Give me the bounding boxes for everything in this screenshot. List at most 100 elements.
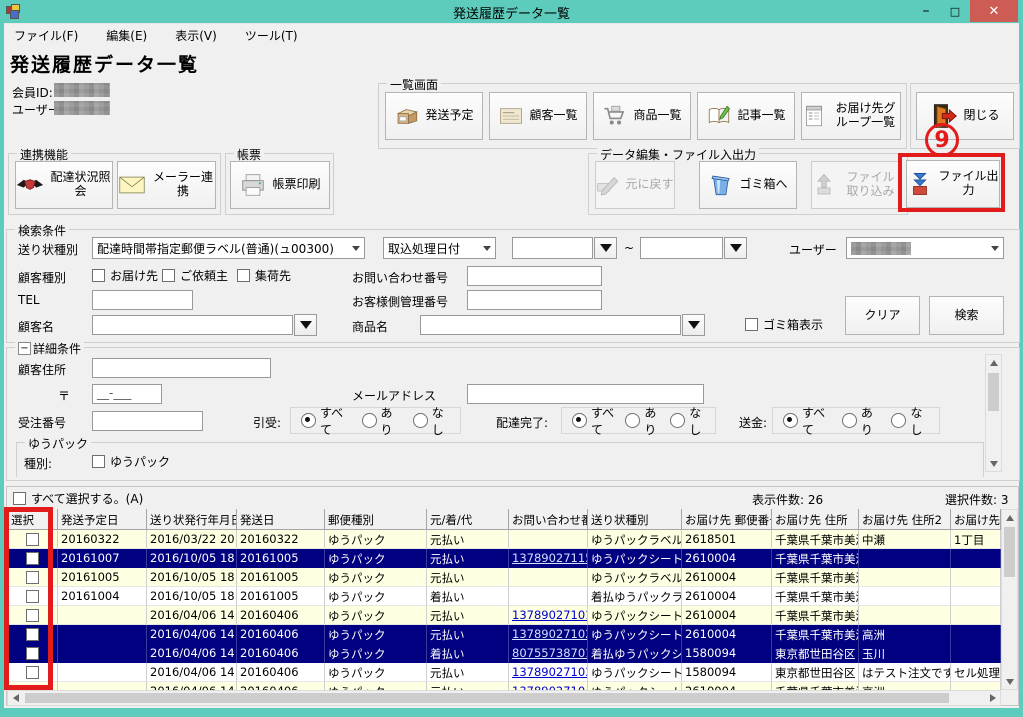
postal-input[interactable]: __-___ bbox=[92, 384, 162, 404]
table-row[interactable]: ✓2016/04/06 14:420160406ゆうパック着払い80755738… bbox=[8, 644, 1001, 663]
close-window-button[interactable]: ✕ bbox=[970, 0, 1018, 22]
minimize-button[interactable]: – bbox=[912, 0, 940, 22]
table-vscrollbar[interactable] bbox=[1001, 509, 1018, 690]
column-header[interactable]: 送り状種別 bbox=[588, 509, 682, 530]
column-header[interactable]: お問い合わせ番号 bbox=[509, 509, 588, 530]
invoice-type-select[interactable]: 配達時間帯指定郵便ラベル(普通)(ュ00300) bbox=[92, 237, 365, 259]
scroll-up-icon[interactable] bbox=[986, 355, 1001, 370]
checkbox-show-trash[interactable]: ゴミ箱表示 bbox=[745, 316, 823, 333]
shipping-schedule-button[interactable]: 発送予定 bbox=[385, 92, 483, 140]
delivery-radio-no[interactable]: なし bbox=[670, 404, 705, 438]
pickup-radio-no[interactable]: なし bbox=[413, 404, 450, 438]
row-select-checkbox[interactable] bbox=[8, 530, 58, 549]
delivery-status-button[interactable]: 配達状況照会 bbox=[15, 161, 113, 209]
user-filter-select[interactable] bbox=[846, 237, 1004, 259]
mailer-link-button[interactable]: メーラー連携 bbox=[117, 161, 216, 209]
scroll-left-icon[interactable] bbox=[8, 691, 23, 705]
column-header[interactable]: 選択 bbox=[8, 509, 58, 530]
date-to-input[interactable] bbox=[640, 237, 723, 259]
column-header[interactable]: お届け先 郵便番号 bbox=[682, 509, 772, 530]
customer-list-button[interactable]: 顧客一覧 bbox=[489, 92, 587, 140]
date-from-dropdown-button[interactable] bbox=[594, 237, 617, 259]
product-name-input[interactable] bbox=[420, 315, 681, 335]
column-header[interactable]: お届け先 住所 bbox=[772, 509, 859, 530]
remit-radio-no[interactable]: なし bbox=[891, 404, 929, 438]
table-hscrollbar[interactable] bbox=[7, 690, 1001, 706]
row-select-checkbox[interactable]: ✓ bbox=[8, 549, 58, 568]
row-select-checkbox[interactable] bbox=[8, 606, 58, 625]
scroll-right-icon[interactable] bbox=[985, 691, 1000, 705]
menu-view[interactable]: 表示(V) bbox=[175, 27, 217, 47]
delivery-radio-yes[interactable]: あり bbox=[625, 404, 660, 438]
inquiry-number-link[interactable]: 137890271046 bbox=[509, 682, 588, 690]
product-list-button[interactable]: 商品一覧 bbox=[593, 92, 691, 140]
checkbox-requester[interactable]: ご依頼主 bbox=[162, 267, 228, 284]
table-row[interactable]: ✓201610072016/10/05 18:120161005ゆうパック元払い… bbox=[8, 549, 1001, 568]
inquiry-number-link[interactable]: 137890271153 bbox=[509, 549, 588, 568]
remit-radio-all[interactable]: すべて bbox=[783, 404, 830, 438]
column-header[interactable]: お届け先 住所2 bbox=[859, 509, 951, 530]
remit-radio-yes[interactable]: あり bbox=[842, 404, 880, 438]
date-from-input[interactable] bbox=[512, 237, 593, 259]
tel-input[interactable] bbox=[92, 290, 193, 310]
column-header[interactable]: 発送日 bbox=[237, 509, 325, 530]
pickup-radio-all[interactable]: すべて bbox=[301, 404, 348, 438]
table-row[interactable]: 2016/04/06 14:420160406ゆうパック元払い137890271… bbox=[8, 682, 1001, 690]
inquiry-number-link[interactable]: 807557387011 bbox=[509, 644, 588, 663]
inquiry-number-link[interactable]: 137890271035 bbox=[509, 663, 588, 682]
file-export-button[interactable]: ファイル出力 bbox=[906, 160, 1000, 208]
scroll-down-icon[interactable] bbox=[1002, 674, 1017, 689]
row-select-checkbox[interactable] bbox=[8, 682, 58, 690]
trash-button[interactable]: ゴミ箱へ bbox=[699, 161, 797, 209]
customer-name-input[interactable] bbox=[92, 315, 293, 335]
row-select-checkbox[interactable] bbox=[8, 663, 58, 682]
detail-scrollbar-thumb[interactable] bbox=[988, 373, 999, 411]
column-header[interactable]: お届け先 bbox=[951, 509, 1001, 530]
delivery-group-list-button[interactable]: お届け先グループ一覧 bbox=[801, 92, 901, 140]
detail-scrollbar[interactable] bbox=[985, 354, 1002, 472]
menu-file[interactable]: ファイル(F) bbox=[14, 27, 78, 47]
table-row[interactable]: 2016/04/06 14:420160406ゆうパック元払い137890271… bbox=[8, 663, 1001, 682]
inquiry-number-link[interactable]: 137890271013 bbox=[509, 606, 588, 625]
menu-tools[interactable]: ツール(T) bbox=[245, 27, 298, 47]
search-button[interactable]: 検索 bbox=[929, 296, 1004, 335]
scroll-down-icon[interactable] bbox=[986, 456, 1001, 471]
pickup-radio-yes[interactable]: あり bbox=[362, 404, 399, 438]
article-list-button[interactable]: 記事一覧 bbox=[697, 92, 795, 140]
column-header[interactable]: 発送予定日 bbox=[58, 509, 147, 530]
scroll-up-icon[interactable] bbox=[1002, 510, 1017, 525]
row-select-checkbox[interactable]: ✓ bbox=[8, 644, 58, 663]
date-to-dropdown-button[interactable] bbox=[724, 237, 747, 259]
checkbox-yupack[interactable]: ゆうパック bbox=[92, 453, 170, 470]
checkbox-delivery-to[interactable]: お届け先 bbox=[92, 267, 158, 284]
inquiry-number-link[interactable]: 137890271024 bbox=[509, 625, 588, 644]
table-row[interactable]: 201603222016/03/22 20:320160322ゆうパック元払いゆ… bbox=[8, 530, 1001, 549]
column-header[interactable]: 郵便種別 bbox=[325, 509, 427, 530]
order-no-input[interactable] bbox=[92, 411, 203, 431]
table-row[interactable]: 201610042016/10/05 18:020161005ゆうパック着払い着… bbox=[8, 587, 1001, 606]
checkbox-select-all[interactable]: すべて選択する。(A) bbox=[13, 490, 143, 507]
row-select-checkbox[interactable] bbox=[8, 587, 58, 606]
table-row[interactable]: 2016/04/06 14:420160406ゆうパック元払い137890271… bbox=[8, 606, 1001, 625]
table-row[interactable]: ✓2016/04/06 14:420160406ゆうパック元払い13789027… bbox=[8, 625, 1001, 644]
menu-edit[interactable]: 編集(E) bbox=[106, 27, 147, 47]
column-header[interactable]: 元/着/代 bbox=[427, 509, 509, 530]
row-select-checkbox[interactable]: ✓ bbox=[8, 625, 58, 644]
checkbox-pickup-point[interactable]: 集荷先 bbox=[237, 267, 291, 284]
customer-mgmt-no-input[interactable] bbox=[467, 290, 602, 310]
product-name-dropdown-button[interactable] bbox=[682, 314, 705, 336]
undo-button[interactable]: 元に戻す bbox=[595, 161, 675, 209]
date-type-select[interactable]: 取込処理日付 bbox=[383, 237, 496, 259]
row-select-checkbox[interactable] bbox=[8, 568, 58, 587]
column-header[interactable]: 送り状発行年月日 bbox=[147, 509, 237, 530]
inquiry-no-input[interactable] bbox=[467, 266, 602, 286]
table-vscrollbar-thumb[interactable] bbox=[1004, 527, 1015, 577]
email-input[interactable] bbox=[467, 384, 704, 404]
table-hscrollbar-thumb[interactable] bbox=[25, 693, 949, 703]
clear-button[interactable]: クリア bbox=[845, 296, 920, 335]
print-report-button[interactable]: 帳票印刷 bbox=[230, 161, 330, 209]
customer-address-input[interactable] bbox=[92, 358, 271, 378]
maximize-button[interactable]: □ bbox=[942, 0, 968, 22]
delivery-radio-all[interactable]: すべて bbox=[572, 404, 615, 438]
file-import-button[interactable]: ファイル取り込み bbox=[811, 161, 901, 209]
